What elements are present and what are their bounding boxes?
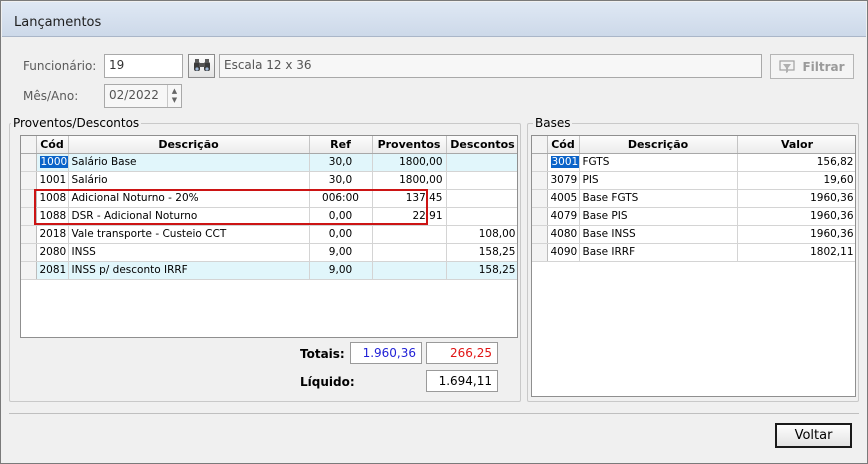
cell-prov[interactable] — [372, 243, 447, 262]
col-proventos[interactable]: Proventos — [372, 136, 447, 154]
cell-cod[interactable]: 2018 — [36, 225, 69, 244]
cell-valor[interactable]: 156,82 — [737, 153, 855, 172]
liquido-value: 1.694,11 — [426, 370, 498, 392]
mesano-value: 02/2022 — [109, 88, 159, 102]
bases-grid[interactable]: Cód Descrição Valor 3001 FGTS 156,82 307… — [531, 135, 856, 397]
cell-valor[interactable]: 1960,36 — [737, 225, 855, 244]
cell-cod[interactable]: 4080 — [547, 225, 580, 244]
cell-descontos[interactable]: 158,25 — [446, 261, 517, 280]
table-row[interactable]: 1001 Salário 30,0 1800,00 — [21, 171, 517, 190]
cell-cod[interactable]: 2081 — [36, 261, 69, 280]
table-row[interactable]: 4080 Base INSS 1960,36 — [532, 225, 855, 244]
funcionario-field[interactable]: 19 — [104, 54, 183, 78]
cell-desc[interactable]: INSS p/ desconto IRRF — [68, 261, 310, 280]
col-descontos[interactable]: Descontos — [446, 136, 517, 154]
mesano-label: Mês/Ano: — [23, 89, 79, 103]
cell-desc[interactable]: Salário — [68, 171, 310, 190]
cell-ref[interactable]: 9,00 — [309, 243, 373, 262]
cell-desc[interactable]: Vale transporte - Custeio CCT — [68, 225, 310, 244]
descontos-total: 266,25 — [426, 342, 498, 364]
cell-desc[interactable]: Base IRRF — [579, 243, 738, 262]
filtrar-button[interactable]: Filtrar — [770, 54, 854, 79]
cell-descontos[interactable] — [446, 207, 517, 226]
cell-desc[interactable]: Salário Base — [68, 153, 310, 172]
binoculars-icon — [193, 59, 210, 71]
spin-up-icon[interactable]: ▲ — [172, 87, 177, 96]
title-bar: Lançamentos — [2, 2, 866, 37]
cell-ref[interactable]: 0,00 — [309, 225, 373, 244]
footer-separator — [9, 413, 859, 414]
cell-cod[interactable]: 2080 — [36, 243, 69, 262]
funcionario-label: Funcionário: — [23, 59, 97, 73]
bases-group-title: Bases — [533, 116, 573, 130]
cell-cod-selected[interactable]: 3001 — [550, 156, 578, 168]
cell-descontos[interactable] — [446, 189, 517, 208]
table-row[interactable]: 3079 PIS 19,60 — [532, 171, 855, 190]
col-cod[interactable]: Cód — [547, 136, 580, 154]
col-descricao[interactable]: Descrição — [579, 136, 738, 154]
voltar-button[interactable]: Voltar — [775, 423, 852, 448]
table-row[interactable]: 3001 FGTS 156,82 — [532, 153, 855, 172]
cell-ref[interactable]: 9,00 — [309, 261, 373, 280]
cell-cod[interactable]: 3079 — [547, 171, 580, 190]
col-valor[interactable]: Valor — [737, 136, 855, 154]
cell-cod[interactable]: 1001 — [36, 171, 69, 190]
mesano-field[interactable]: 02/2022 ▲ ▼ — [104, 84, 182, 108]
table-row[interactable]: 4090 Base IRRF 1802,11 — [532, 243, 855, 262]
table-row[interactable]: 2081 INSS p/ desconto IRRF 9,00 158,25 — [21, 261, 517, 280]
window-title: Lançamentos — [14, 15, 102, 30]
cell-desc[interactable]: Base INSS — [579, 225, 738, 244]
annotation-highlight-box — [34, 189, 428, 225]
filter-icon — [779, 59, 796, 73]
filtrar-label: Filtrar — [802, 59, 845, 74]
cell-descontos[interactable]: 108,00 — [446, 225, 517, 244]
proventos-total: 1.960,36 — [350, 342, 422, 364]
cell-desc[interactable]: Base PIS — [579, 207, 738, 226]
col-ref[interactable]: Ref — [309, 136, 373, 154]
spin-down-icon[interactable]: ▼ — [172, 96, 177, 105]
cell-ref[interactable]: 30,0 — [309, 153, 373, 172]
cell-prov[interactable] — [372, 225, 447, 244]
table-row[interactable]: 1000 Salário Base 30,0 1800,00 — [21, 153, 517, 172]
col-cod[interactable]: Cód — [36, 136, 69, 154]
cell-valor[interactable]: 1960,36 — [737, 207, 855, 226]
cell-desc[interactable]: Base FGTS — [579, 189, 738, 208]
row-indicator-header — [532, 136, 548, 154]
proventos-group-title: Proventos/Descontos — [11, 116, 142, 130]
cell-cod[interactable]: 4005 — [547, 189, 580, 208]
table-row[interactable]: 2018 Vale transporte - Custeio CCT 0,00 … — [21, 225, 517, 244]
cell-descontos[interactable]: 158,25 — [446, 243, 517, 262]
cell-desc[interactable]: PIS — [579, 171, 738, 190]
cell-prov[interactable]: 1800,00 — [372, 171, 447, 190]
cell-ref[interactable]: 30,0 — [309, 171, 373, 190]
cell-cod-selected[interactable]: 1000 — [39, 156, 67, 168]
cell-prov[interactable]: 1800,00 — [372, 153, 447, 172]
cell-valor[interactable]: 1960,36 — [737, 189, 855, 208]
escala-field: Escala 12 x 36 — [219, 54, 762, 78]
mesano-spinner[interactable]: ▲ ▼ — [167, 85, 181, 107]
cell-valor[interactable]: 1802,11 — [737, 243, 855, 262]
cell-prov[interactable] — [372, 261, 447, 280]
table-row[interactable]: 4079 Base PIS 1960,36 — [532, 207, 855, 226]
totais-label: Totais: — [300, 347, 345, 361]
cell-desc[interactable]: FGTS — [579, 153, 738, 172]
row-indicator-header — [21, 136, 37, 154]
search-button[interactable] — [188, 54, 215, 78]
cell-descontos[interactable] — [446, 153, 517, 172]
col-descricao[interactable]: Descrição — [68, 136, 310, 154]
cell-cod[interactable]: 4090 — [547, 243, 580, 262]
liquido-label: Líquido: — [300, 375, 355, 389]
cell-descontos[interactable] — [446, 171, 517, 190]
cell-valor[interactable]: 19,60 — [737, 171, 855, 190]
cell-cod[interactable]: 4079 — [547, 207, 580, 226]
table-row[interactable]: 4005 Base FGTS 1960,36 — [532, 189, 855, 208]
proventos-grid[interactable]: Cód Descrição Ref Proventos Descontos 10… — [20, 135, 518, 338]
lancamentos-window: Lançamentos Funcionário: 19 Escala 12 x … — [0, 0, 868, 464]
voltar-label: Voltar — [794, 428, 833, 443]
table-row[interactable]: 2080 INSS 9,00 158,25 — [21, 243, 517, 262]
cell-desc[interactable]: INSS — [68, 243, 310, 262]
